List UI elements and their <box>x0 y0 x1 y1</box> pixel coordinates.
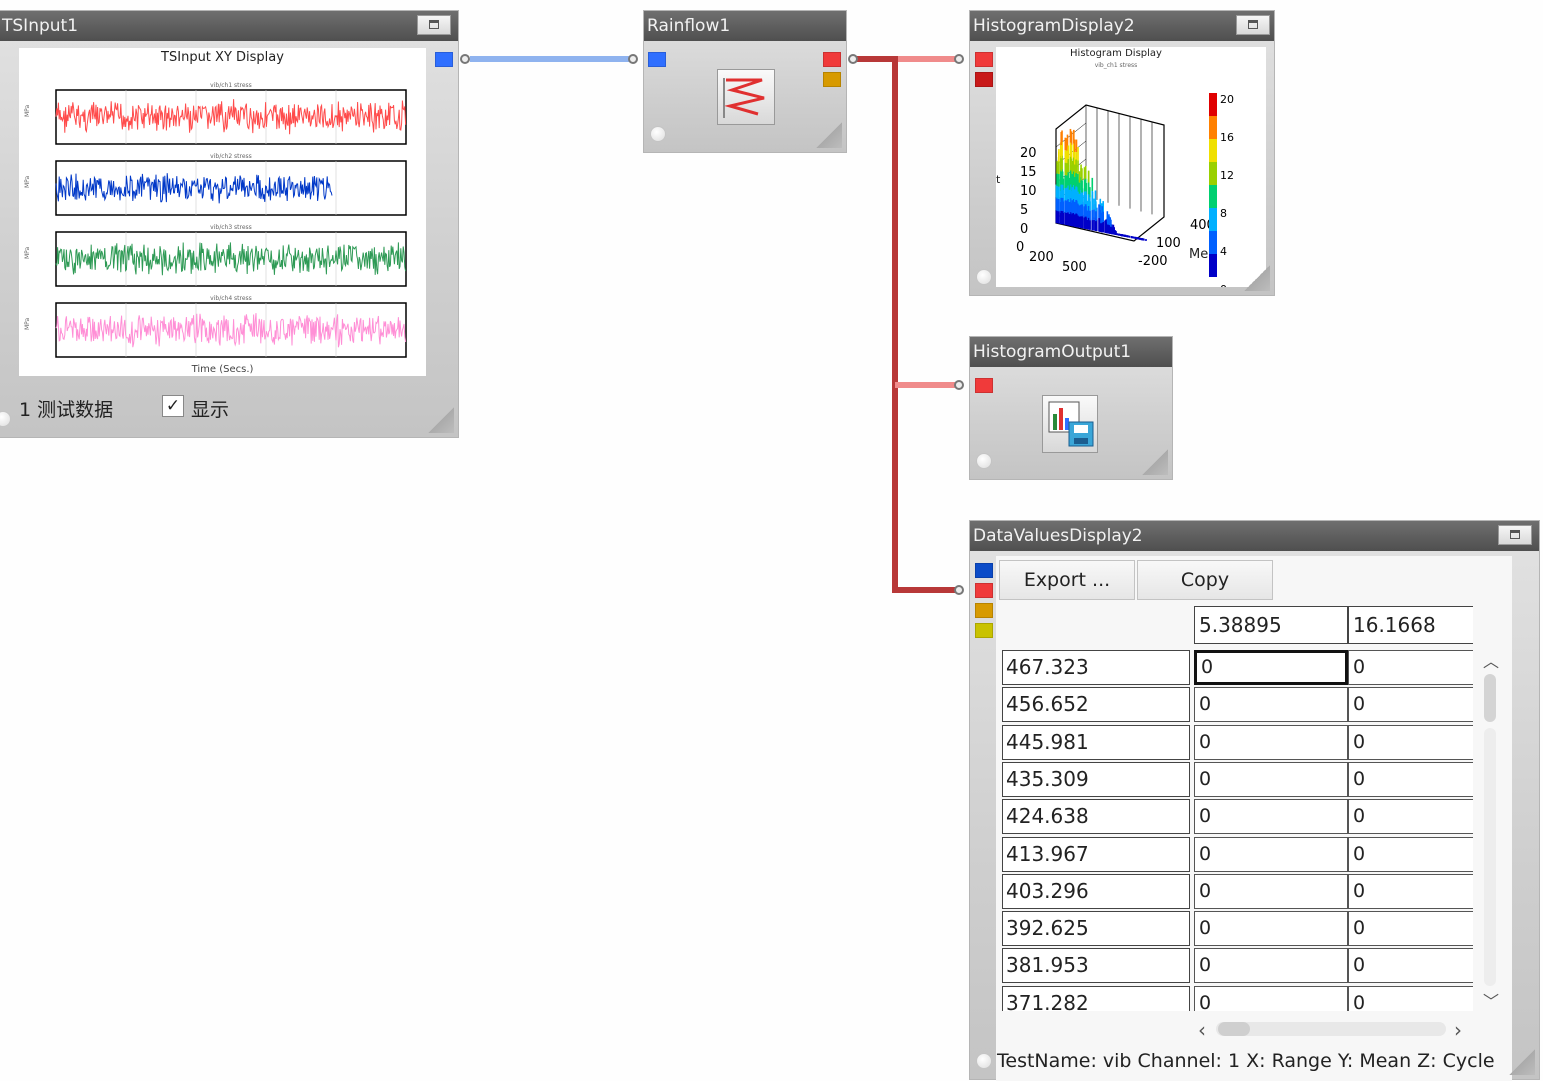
row-header[interactable]: 381.953 <box>1002 948 1190 984</box>
table-cell[interactable]: 0 <box>1194 836 1348 872</box>
row-header[interactable]: 424.638 <box>1002 799 1190 835</box>
row-header[interactable]: 435.309 <box>1002 761 1190 797</box>
vertical-scrollbar[interactable]: ︿ ﹀ <box>1480 648 1502 1012</box>
table-cell[interactable]: 0 <box>1348 836 1473 872</box>
table-cell[interactable]: 0 <box>1194 948 1348 984</box>
scroll-down-arrow-icon[interactable]: ﹀ <box>1483 988 1499 1012</box>
horizontal-scroll-track[interactable] <box>1216 1022 1446 1036</box>
row-header[interactable]: 445.981 <box>1002 724 1190 760</box>
row-header[interactable]: 467.323 <box>1002 650 1190 685</box>
horizontal-scroll-thumb[interactable] <box>1218 1022 1250 1036</box>
scroll-up-arrow-icon[interactable]: ︿ <box>1483 648 1499 672</box>
resize-grip[interactable] <box>1509 1049 1535 1075</box>
table-cell[interactable]: 0 <box>1348 724 1473 760</box>
table-cell[interactable]: 0 <box>1348 650 1473 685</box>
scroll-left-arrow-icon[interactable]: ‹ <box>1198 1018 1206 1042</box>
table-cell[interactable]: 0 <box>1348 761 1473 797</box>
status-lamp <box>976 1053 992 1069</box>
scroll-right-arrow-icon[interactable]: › <box>1454 1018 1462 1042</box>
table-cell[interactable]: 0 <box>1348 687 1473 723</box>
table-cell[interactable]: 0 <box>1348 948 1473 984</box>
table-cell[interactable]: 0 <box>1194 799 1348 835</box>
table-cell[interactable]: 0 <box>1194 724 1348 760</box>
table-cell[interactable]: 0 <box>1194 687 1348 723</box>
table-cell[interactable]: 0 <box>1348 873 1473 909</box>
table-cell[interactable]: 0 <box>1194 873 1348 909</box>
row-header[interactable]: 403.296 <box>1002 873 1190 909</box>
row-header[interactable]: 371.282 <box>1002 985 1190 1011</box>
table-cell-selected[interactable]: 0 <box>1194 650 1348 685</box>
table-cell[interactable]: 0 <box>1194 985 1348 1011</box>
table-cell[interactable]: 0 <box>1348 799 1473 835</box>
row-header[interactable]: 456.652 <box>1002 687 1190 723</box>
table-cell[interactable]: 0 <box>1348 985 1473 1011</box>
table-cell[interactable]: 0 <box>1194 761 1348 797</box>
vertical-scroll-thumb[interactable] <box>1484 674 1496 722</box>
table-cell[interactable]: 0 <box>1194 911 1348 947</box>
status-bar: TestName: vib Channel: 1 X: Range Y: Mea… <box>997 1050 1495 1072</box>
row-header[interactable]: 392.625 <box>1002 911 1190 947</box>
data-table-body: 467.323 0 0 456.652 0 0 445.981 0 0 435.309 0 0 424.… <box>0 0 1543 1011</box>
row-header[interactable]: 413.967 <box>1002 836 1190 872</box>
horizontal-scrollbar[interactable]: ‹ › <box>1196 1018 1472 1042</box>
vertical-scroll-track[interactable] <box>1484 728 1496 986</box>
table-cell[interactable]: 0 <box>1348 911 1473 947</box>
